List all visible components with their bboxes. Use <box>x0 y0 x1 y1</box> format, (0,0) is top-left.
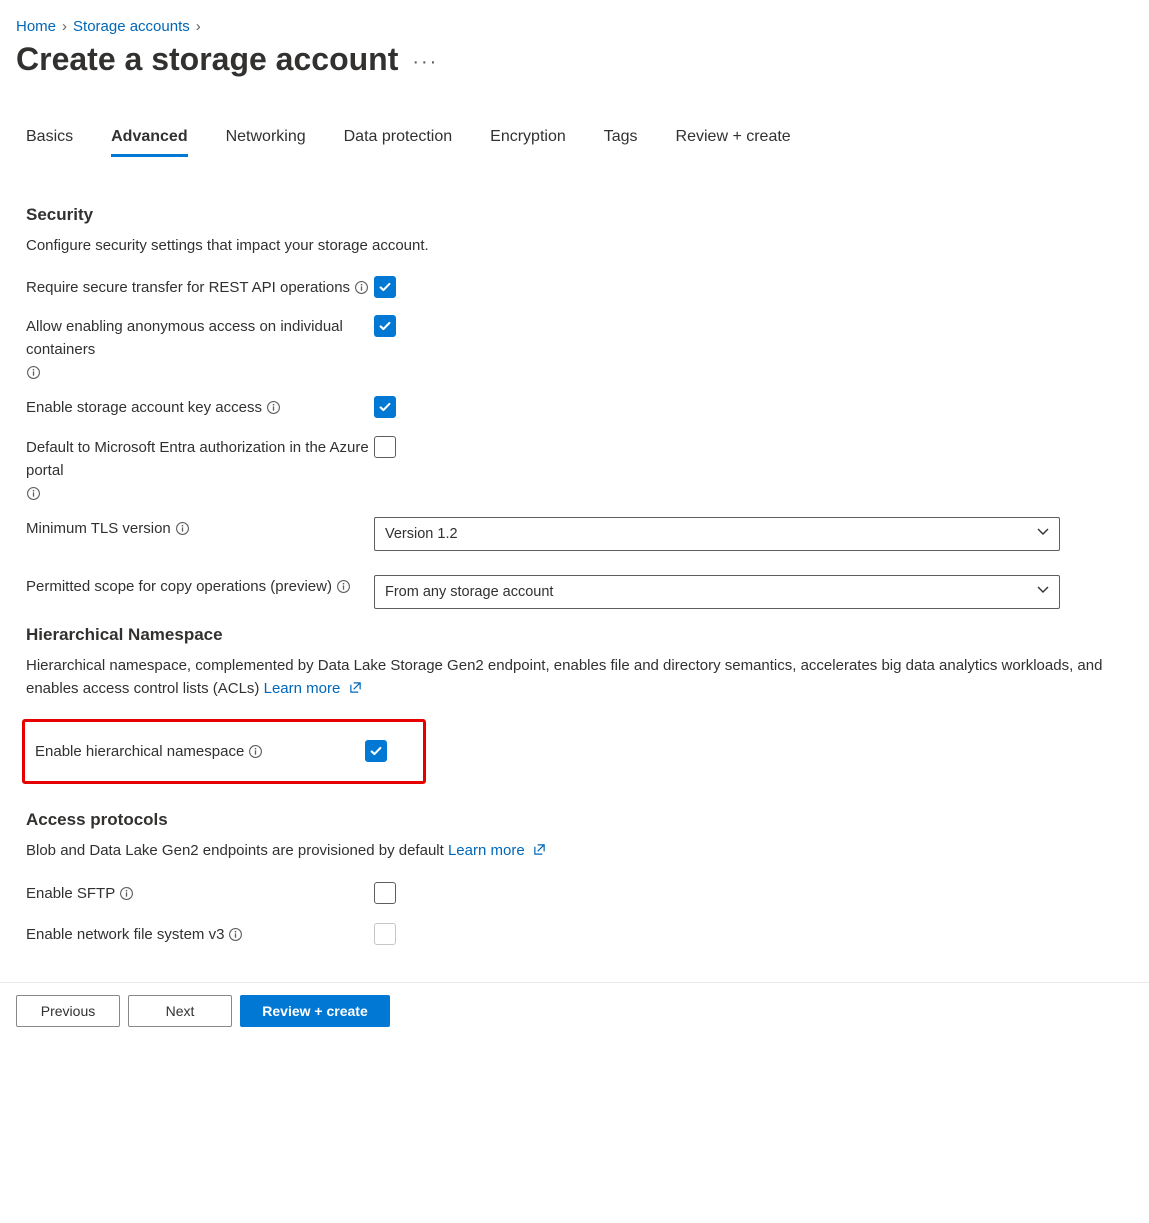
field-secure-transfer: Require secure transfer for REST API ope… <box>26 276 1133 299</box>
section-hns-title: Hierarchical Namespace <box>26 625 1133 645</box>
breadcrumb: Home › Storage accounts › <box>16 18 1133 35</box>
field-entra-auth-label: Default to Microsoft Entra authorization… <box>26 436 374 483</box>
section-security-desc: Configure security settings that impact … <box>26 235 1133 258</box>
field-anonymous-access: Allow enabling anonymous access on indiv… <box>26 315 1133 381</box>
tab-encryption[interactable]: Encryption <box>490 128 566 157</box>
copy-scope-select[interactable]: From any storage account <box>374 575 1060 609</box>
secure-transfer-checkbox[interactable] <box>374 276 396 298</box>
protocols-learn-more-link[interactable]: Learn more <box>448 842 546 859</box>
info-icon[interactable] <box>248 744 263 759</box>
section-protocols-desc: Blob and Data Lake Gen2 endpoints are pr… <box>26 840 1133 864</box>
tab-strip: Basics Advanced Networking Data protecti… <box>16 128 1133 157</box>
wizard-footer: Previous Next Review + create <box>0 982 1149 1039</box>
section-security-title: Security <box>26 205 1133 225</box>
info-icon[interactable] <box>119 886 134 901</box>
enable-hns-checkbox[interactable] <box>365 740 387 762</box>
enable-nfs3-checkbox <box>374 923 396 945</box>
section-protocols: Access protocols Blob and Data Lake Gen2… <box>16 810 1133 948</box>
field-copy-scope: Permitted scope for copy operations (pre… <box>26 575 1133 609</box>
tab-basics[interactable]: Basics <box>26 128 73 157</box>
info-icon[interactable] <box>175 521 190 536</box>
section-security: Security Configure security settings tha… <box>16 205 1133 609</box>
field-key-access-label: Enable storage account key access <box>26 396 262 419</box>
tab-advanced[interactable]: Advanced <box>111 128 187 157</box>
field-entra-auth: Default to Microsoft Entra authorization… <box>26 436 1133 502</box>
min-tls-value: Version 1.2 <box>385 526 458 542</box>
field-min-tls: Minimum TLS version Version 1.2 <box>26 517 1133 551</box>
external-link-icon <box>349 679 362 702</box>
page-title: Create a storage account <box>16 41 398 78</box>
field-enable-sftp-label: Enable SFTP <box>26 882 115 905</box>
field-enable-hns: Enable hierarchical namespace <box>35 740 413 763</box>
field-key-access: Enable storage account key access <box>26 396 1133 419</box>
copy-scope-value: From any storage account <box>385 584 553 600</box>
chevron-right-icon: › <box>62 18 67 35</box>
tab-tags[interactable]: Tags <box>604 128 638 157</box>
min-tls-select[interactable]: Version 1.2 <box>374 517 1060 551</box>
field-min-tls-label: Minimum TLS version <box>26 517 171 540</box>
info-icon[interactable] <box>266 400 281 415</box>
field-enable-nfs3: Enable network file system v3 <box>26 923 1133 948</box>
section-hns: Hierarchical Namespace Hierarchical name… <box>16 625 1133 784</box>
entra-auth-checkbox[interactable] <box>374 436 396 458</box>
field-secure-transfer-label: Require secure transfer for REST API ope… <box>26 276 350 299</box>
section-protocols-title: Access protocols <box>26 810 1133 830</box>
enable-sftp-checkbox[interactable] <box>374 882 396 904</box>
tab-data-protection[interactable]: Data protection <box>344 128 453 157</box>
review-create-button[interactable]: Review + create <box>240 995 390 1027</box>
tab-networking[interactable]: Networking <box>226 128 306 157</box>
info-icon[interactable] <box>336 579 351 594</box>
hns-learn-more-link[interactable]: Learn more <box>264 680 362 697</box>
chevron-right-icon: › <box>196 18 201 35</box>
external-link-icon <box>533 841 546 864</box>
tab-review-create[interactable]: Review + create <box>676 128 791 157</box>
more-actions-button[interactable]: ··· <box>412 45 438 74</box>
next-button[interactable]: Next <box>128 995 232 1027</box>
previous-button[interactable]: Previous <box>16 995 120 1027</box>
info-icon[interactable] <box>26 365 41 380</box>
field-enable-nfs3-label: Enable network file system v3 <box>26 923 224 946</box>
info-icon[interactable] <box>26 486 41 501</box>
field-anonymous-access-label: Allow enabling anonymous access on indiv… <box>26 315 374 362</box>
field-enable-sftp: Enable SFTP <box>26 882 1133 907</box>
chevron-down-icon <box>1037 584 1049 600</box>
anonymous-access-checkbox[interactable] <box>374 315 396 337</box>
info-icon[interactable] <box>228 927 243 942</box>
section-hns-desc: Hierarchical namespace, complemented by … <box>26 655 1133 701</box>
field-enable-hns-label: Enable hierarchical namespace <box>35 740 244 763</box>
breadcrumb-storage-accounts[interactable]: Storage accounts <box>73 18 190 35</box>
field-copy-scope-label: Permitted scope for copy operations (pre… <box>26 575 332 598</box>
chevron-down-icon <box>1037 526 1049 542</box>
key-access-checkbox[interactable] <box>374 396 396 418</box>
info-icon[interactable] <box>354 280 369 295</box>
hns-highlight-box: Enable hierarchical namespace <box>22 719 426 784</box>
breadcrumb-home[interactable]: Home <box>16 18 56 35</box>
